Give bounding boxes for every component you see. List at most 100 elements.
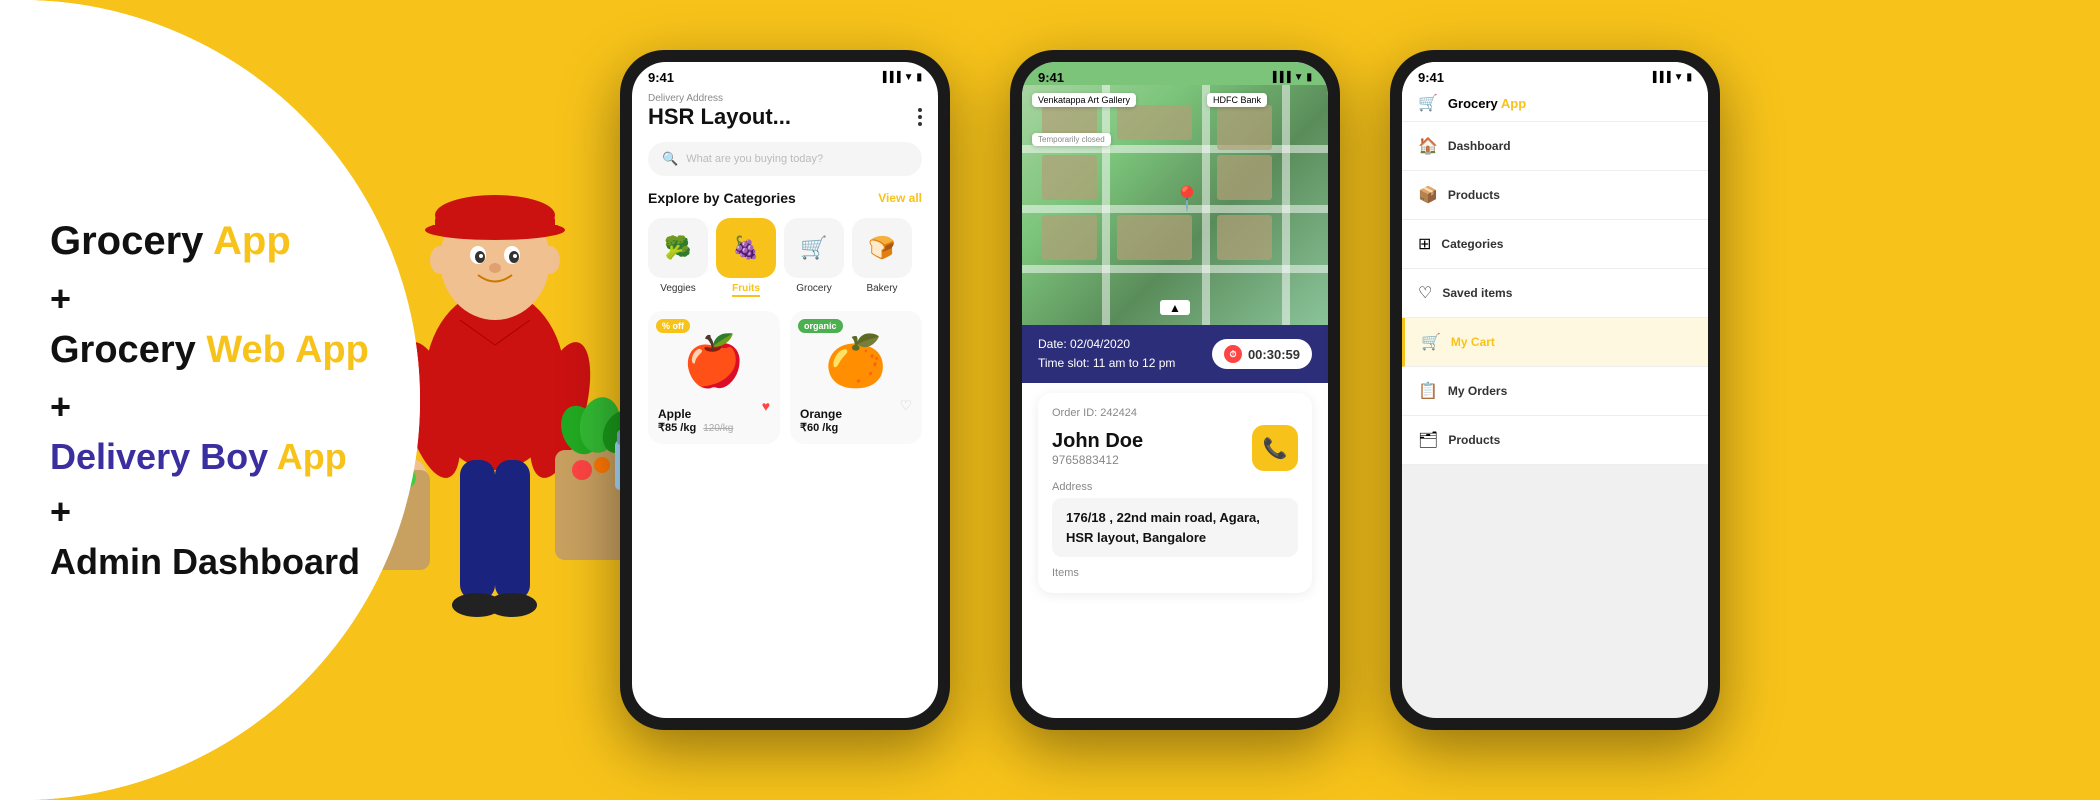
battery-icon-2: ▮	[1306, 72, 1312, 83]
category-veggies[interactable]: 🥦 Veggies	[648, 218, 708, 297]
category-grid: 🥦 Veggies 🍇 Fruits 🛒 Grocery 🍞 Bakery	[632, 218, 938, 311]
plus-2: +	[50, 386, 370, 428]
saved-icon: ♡	[1418, 283, 1432, 303]
phone2-status-icons: ▐▐▐ ▼ ▮	[1269, 72, 1312, 83]
wifi-icon-2: ▼	[1294, 72, 1304, 83]
nav-products-top[interactable]: 📦 Products	[1402, 171, 1708, 220]
nav-products-bottom[interactable]: 🗂 Products	[1402, 416, 1708, 465]
phone2-status-bar: 9:41 ▐▐▐ ▼ ▮	[1022, 62, 1328, 85]
plus-3: +	[50, 491, 370, 533]
phone3-status-icons: ▐▐▐ ▼ ▮	[1649, 72, 1692, 83]
map-road-v3	[1282, 85, 1290, 325]
cart-nav-icon: 🛒	[1421, 332, 1441, 352]
veggies-label: Veggies	[660, 283, 696, 294]
countdown-timer: ⏱ 00:30:59	[1212, 339, 1312, 369]
address-box: 176/18 , 22nd main road, Agara, HSR layo…	[1052, 498, 1298, 557]
building-5	[1117, 215, 1192, 260]
admin-header: 🛒 Grocery App	[1402, 85, 1708, 122]
building-6	[1217, 155, 1272, 200]
call-button[interactable]: 📞	[1252, 425, 1298, 471]
category-bakery[interactable]: 🍞 Bakery	[852, 218, 912, 297]
heart-outline-icon[interactable]: ♡	[899, 397, 912, 414]
phone-admin: 9:41 ▐▐▐ ▼ ▮ 🛒 Grocery App 🏠 Dashboard	[1390, 50, 1720, 730]
saved-items-label: Saved items	[1442, 286, 1512, 300]
search-placeholder: What are you buying today?	[686, 153, 823, 165]
products-bottom-icon: 🗂	[1418, 430, 1438, 450]
dashboard-icon: 🏠	[1418, 136, 1438, 156]
building-4	[1042, 215, 1097, 260]
orange-name: Orange	[800, 407, 912, 421]
dashboard-label: Dashboard	[1448, 139, 1511, 153]
nav-dashboard[interactable]: 🏠 Dashboard	[1402, 122, 1708, 171]
nav-my-orders[interactable]: 📋 My Orders	[1402, 367, 1708, 416]
map-view: Venkatappa Art Gallery Temporarily close…	[1022, 85, 1328, 325]
menu-dots[interactable]	[918, 108, 922, 126]
product-apple[interactable]: % off 🍎 ♥ Apple ₹85 /kg 120/kg	[648, 311, 780, 444]
grocery-label: Grocery	[796, 283, 832, 294]
orders-icon: 📋	[1418, 381, 1438, 401]
my-cart-label: My Cart	[1451, 335, 1495, 349]
bakery-label: Bakery	[866, 283, 897, 294]
address-section: Address 176/18 , 22nd main road, Agara, …	[1052, 481, 1298, 557]
phone1-status-icons: ▐▐▐ ▼ ▮	[879, 72, 922, 83]
map-label-gallery: Venkatappa Art Gallery	[1032, 93, 1136, 107]
date-bar: Date: 02/04/2020 Time slot: 11 am to 12 …	[1022, 325, 1328, 383]
phone1-outer: 9:41 ▐▐▐ ▼ ▮ Delivery Address HSR Layout…	[620, 50, 950, 730]
heart-filled-icon[interactable]: ♥	[762, 398, 770, 414]
nav-categories[interactable]: ⊞ Categories	[1402, 220, 1708, 269]
building-7	[1217, 105, 1272, 150]
nav-saved-items[interactable]: ♡ Saved items	[1402, 269, 1708, 318]
product-orange[interactable]: organic 🍊 ♡ Orange ₹60 /kg	[790, 311, 922, 444]
organic-badge: organic	[798, 319, 843, 333]
products-top-icon: 📦	[1418, 185, 1438, 205]
discount-badge: % off	[656, 319, 690, 333]
timer-display: 00:30:59	[1248, 347, 1300, 362]
building-8	[1217, 215, 1272, 260]
customer-phone: 9765883412	[1052, 453, 1143, 467]
view-all-button[interactable]: View all	[878, 191, 922, 205]
map-road-v2	[1202, 85, 1210, 325]
orange-price: ₹60 /kg	[800, 421, 912, 434]
address-display: HSR Layout...	[648, 104, 922, 130]
delivery-address-label: Delivery Address	[648, 93, 922, 104]
category-fruits[interactable]: 🍇 Fruits	[716, 218, 776, 297]
category-grocery[interactable]: 🛒 Grocery	[784, 218, 844, 297]
phone3-screen: 9:41 ▐▐▐ ▼ ▮ 🛒 Grocery App 🏠 Dashboard	[1402, 62, 1708, 718]
map-label-bank: HDFC Bank	[1207, 93, 1267, 107]
cart-logo-icon: 🛒	[1418, 93, 1438, 113]
date-text: Date: 02/04/2020	[1038, 335, 1175, 354]
timer-icon: ⏱	[1224, 345, 1242, 363]
apple-price: ₹85 /kg 120/kg	[658, 421, 770, 434]
grocery-app-title: Grocery App	[50, 217, 370, 265]
fruits-icon-box: 🍇	[716, 218, 776, 278]
building-3	[1042, 155, 1097, 200]
nav-my-cart[interactable]: 🛒 My Cart	[1402, 318, 1708, 367]
phone3-status-bar: 9:41 ▐▐▐ ▼ ▮	[1402, 62, 1708, 85]
signal-icon-3: ▐▐▐	[1649, 72, 1670, 83]
address-label: Address	[1052, 481, 1298, 493]
my-orders-label: My Orders	[1448, 384, 1507, 398]
search-bar[interactable]: 🔍 What are you buying today?	[648, 142, 922, 176]
customer-row: John Doe 9765883412 📞	[1052, 425, 1298, 471]
phone1-header: Delivery Address HSR Layout...	[632, 85, 938, 142]
grocery-icon-box: 🛒	[784, 218, 844, 278]
order-card: Order ID: 242424 John Doe 9765883412 📞 A…	[1038, 393, 1312, 593]
categories-title: Explore by Categories	[648, 190, 796, 206]
wifi-icon-3: ▼	[1674, 72, 1684, 83]
orange-image: 🍊	[800, 321, 912, 401]
phone1-time: 9:41	[648, 70, 674, 85]
admin-nav: 🏠 Dashboard 📦 Products ⊞ Categories ♡ Sa…	[1402, 122, 1708, 465]
battery-icon-3: ▮	[1686, 72, 1692, 83]
delivery-boy-title: Delivery Boy App	[50, 436, 370, 478]
web-app-title: Grocery Web App	[50, 328, 370, 374]
categories-header: Explore by Categories View all	[632, 190, 938, 218]
location-pin: 📍	[1172, 185, 1202, 214]
phone1-screen: 9:41 ▐▐▐ ▼ ▮ Delivery Address HSR Layout…	[632, 62, 938, 718]
signal-icon-2: ▐▐▐	[1269, 72, 1290, 83]
nav-arrow: ▲	[1160, 300, 1190, 315]
fruits-label: Fruits	[732, 283, 760, 297]
wifi-icon: ▼	[904, 72, 914, 83]
categories-icon: ⊞	[1418, 234, 1431, 254]
building-2	[1117, 105, 1192, 140]
timeslot-text: Time slot: 11 am to 12 pm	[1038, 354, 1175, 373]
